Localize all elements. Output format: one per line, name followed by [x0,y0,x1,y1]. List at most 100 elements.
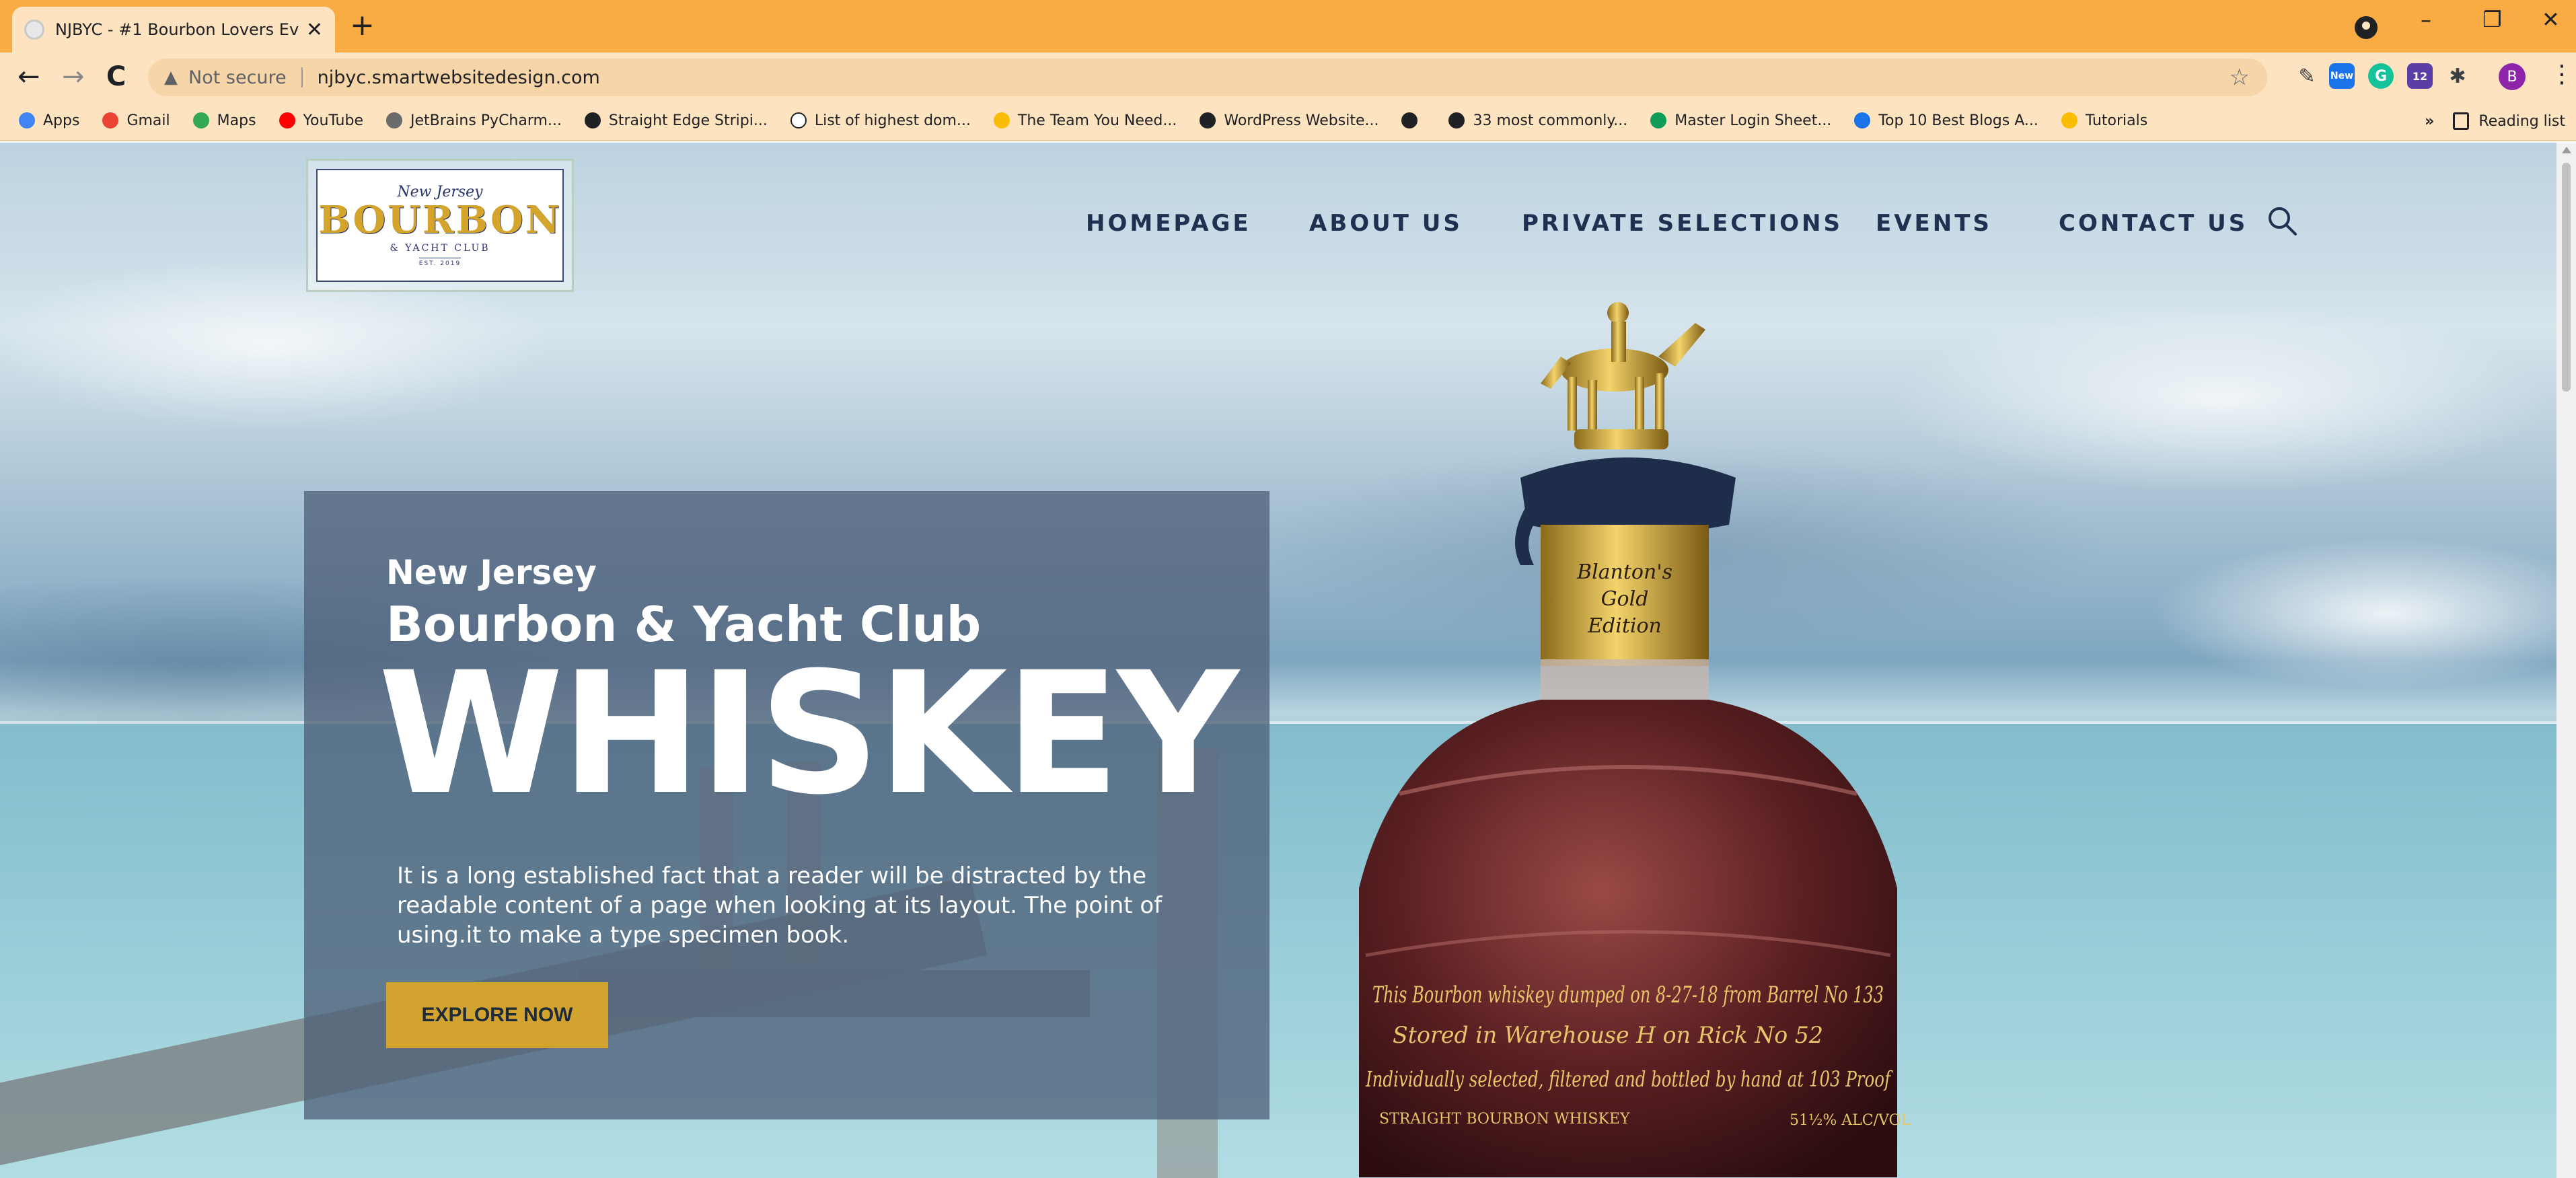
bookmark-item[interactable]: YouTube [279,112,363,129]
new-extension-icon[interactable]: New [2329,63,2355,89]
warning-triangle-icon[interactable]: ▲ [164,67,178,87]
nav-contact-us[interactable]: CONTACT US [2059,210,2248,237]
scroll-up-icon[interactable] [2562,147,2571,153]
security-status[interactable]: Not secure [188,67,287,88]
cap-text-1: Blanton's [1576,560,1672,584]
bookmark-label: YouTube [303,112,363,129]
tab-close-icon[interactable]: ✕ [306,18,323,42]
label-line-3: Individually selected, filtered and bott… [1365,1066,1893,1092]
bottle-body [1359,700,1897,1177]
globe-icon [584,112,601,128]
bookmark-label: Top 10 Best Blogs A... [1878,112,2038,129]
bookmarks-right: » Reading list [2425,101,2565,141]
explore-now-button[interactable]: EXPLORE NOW [386,982,608,1048]
logo-est-text: EST. 2019 [418,257,462,267]
new-tab-button[interactable]: + [350,8,375,42]
jetbrains-icon [386,112,402,128]
bookmark-label: Gmail [126,112,170,129]
bookmark-label: Straight Edge Stripi... [608,112,768,129]
bookmark-item[interactable]: WordPress Website... [1200,112,1378,129]
search-icon[interactable] [2266,205,2298,237]
omnibox-divider [301,67,303,87]
bookmark-label: JetBrains PyCharm... [410,112,562,129]
browser-tab-active[interactable]: NJBYC - #1 Bourbon Lovers Even ✕ [12,7,335,52]
bookmark-item[interactable]: Top 10 Best Blogs A... [1854,112,2038,129]
lightbulb-icon [993,112,1010,128]
extension-badge-icon[interactable]: 12 [2407,63,2433,89]
avatar[interactable]: B [2499,63,2526,90]
nav-homepage[interactable]: HOMEPAGE [1086,210,1251,237]
hero-kicker: New Jersey [386,553,597,592]
scrollbar-thumb[interactable] [2562,163,2571,392]
bookmarks-bar: Apps Gmail Maps YouTube JetBrains PyCharm...… [0,101,2576,141]
bookmark-label: WordPress Website... [1224,112,1379,129]
youtube-icon [279,112,295,128]
tab-title: NJBYC - #1 Bourbon Lovers Even [55,20,299,39]
globe-icon [1401,112,1418,128]
hero-description: It is a long established fact that a rea… [397,862,1163,949]
cap-text-3: Edition [1587,614,1662,638]
nav-about-us[interactable]: ABOUT US [1309,210,1463,237]
label-line-4: STRAIGHT BOURBON WHISKEY [1379,1111,1630,1128]
bookmark-item[interactable]: 33 most commonly... [1448,112,1627,129]
restore-button[interactable]: ❐ [2482,7,2502,32]
bookmark-item[interactable]: JetBrains PyCharm... [386,112,562,129]
site-favicon-icon [24,20,44,40]
horse-stopper-icon [1541,302,1705,449]
bookmark-item[interactable]: Gmail [102,112,170,129]
close-window-button[interactable]: ✕ [2542,7,2560,32]
tutorials-icon [2061,112,2077,128]
bookmark-item[interactable]: The Team You Need... [993,112,1177,129]
browser-tab-bar: NJBYC - #1 Bourbon Lovers Even ✕ + – ❐ ✕ [0,0,2576,52]
google-drive-icon [1650,112,1667,128]
label-line-2: Stored in Warehouse H on Rick No 52 [1393,1022,1823,1049]
hero-headline: WHISKEY [378,636,1239,832]
bookmark-label: The Team You Need... [1017,112,1177,129]
bookmark-item[interactable]: Apps [19,112,79,129]
logo-main-text: BOURBON [318,198,562,243]
bookmark-star-icon[interactable]: ☆ [2230,64,2250,91]
wax-seal [1520,457,1736,535]
bookmark-item[interactable]: List of highest dom... [790,112,971,129]
reload-button[interactable]: C [106,59,126,94]
bookmark-item[interactable]: Maps [192,112,256,129]
bookmark-label: 33 most commonly... [1473,112,1628,129]
back-button[interactable]: ← [17,59,40,94]
puzzle-icon[interactable]: ✱ [2445,63,2470,89]
chrome-profile-icon[interactable] [2355,16,2378,39]
logo-sub-text: & YACHT CLUB [390,242,490,254]
more-bookmarks-button[interactable]: » [2425,113,2434,130]
bookmark-label: Apps [43,112,80,129]
blog-icon [1854,112,1871,128]
site-logo[interactable]: New Jersey BOURBON & YACHT CLUB EST. 201… [306,159,574,292]
bookmark-label: Maps [217,112,256,129]
bookmark-label: List of highest dom... [814,112,971,129]
bookmark-item[interactable] [1401,112,1426,128]
browser-toolbar: ← → C ▲ Not secure njbyc.smartwebsitedes… [0,52,2576,101]
nav-events[interactable]: EVENTS [1876,210,1992,237]
reading-list-label[interactable]: Reading list [2478,113,2565,130]
reading-list-icon[interactable] [2453,112,2470,130]
hero-panel: New Jersey Bourbon & Yacht Club WHISKEY … [304,491,1269,1119]
grammarly-icon[interactable]: G [2368,63,2394,89]
url-text[interactable]: njbyc.smartwebsitedesign.com [318,67,600,88]
label-line-5: 51½% ALC/VOL [1790,1112,1911,1129]
globe-icon [1200,112,1216,128]
gmail-icon [102,112,119,128]
forward-button[interactable]: → [62,59,85,94]
nav-private-selections[interactable]: PRIVATE SELECTIONS [1522,210,1843,237]
bookmark-item[interactable]: Tutorials [2061,112,2147,129]
bookmark-label: Tutorials [2085,112,2148,129]
minimize-button[interactable]: – [2421,7,2431,32]
bookmark-item[interactable]: Master Login Sheet... [1650,112,1831,129]
apps-grid-icon [19,112,35,128]
address-bar[interactable]: ▲ Not secure njbyc.smartwebsitedesign.co… [148,59,2267,96]
bookmark-item[interactable]: Straight Edge Stripi... [584,112,768,129]
page-scrollbar[interactable] [2556,143,2576,1178]
chrome-menu-icon[interactable]: ⋮ [2550,61,2574,88]
cap-text-2: Gold [1601,587,1649,611]
globe-icon [1448,112,1465,128]
eyedropper-icon[interactable]: ✎ [2294,63,2320,89]
bookmark-label: Master Login Sheet... [1675,112,1832,129]
maps-icon [192,112,209,128]
